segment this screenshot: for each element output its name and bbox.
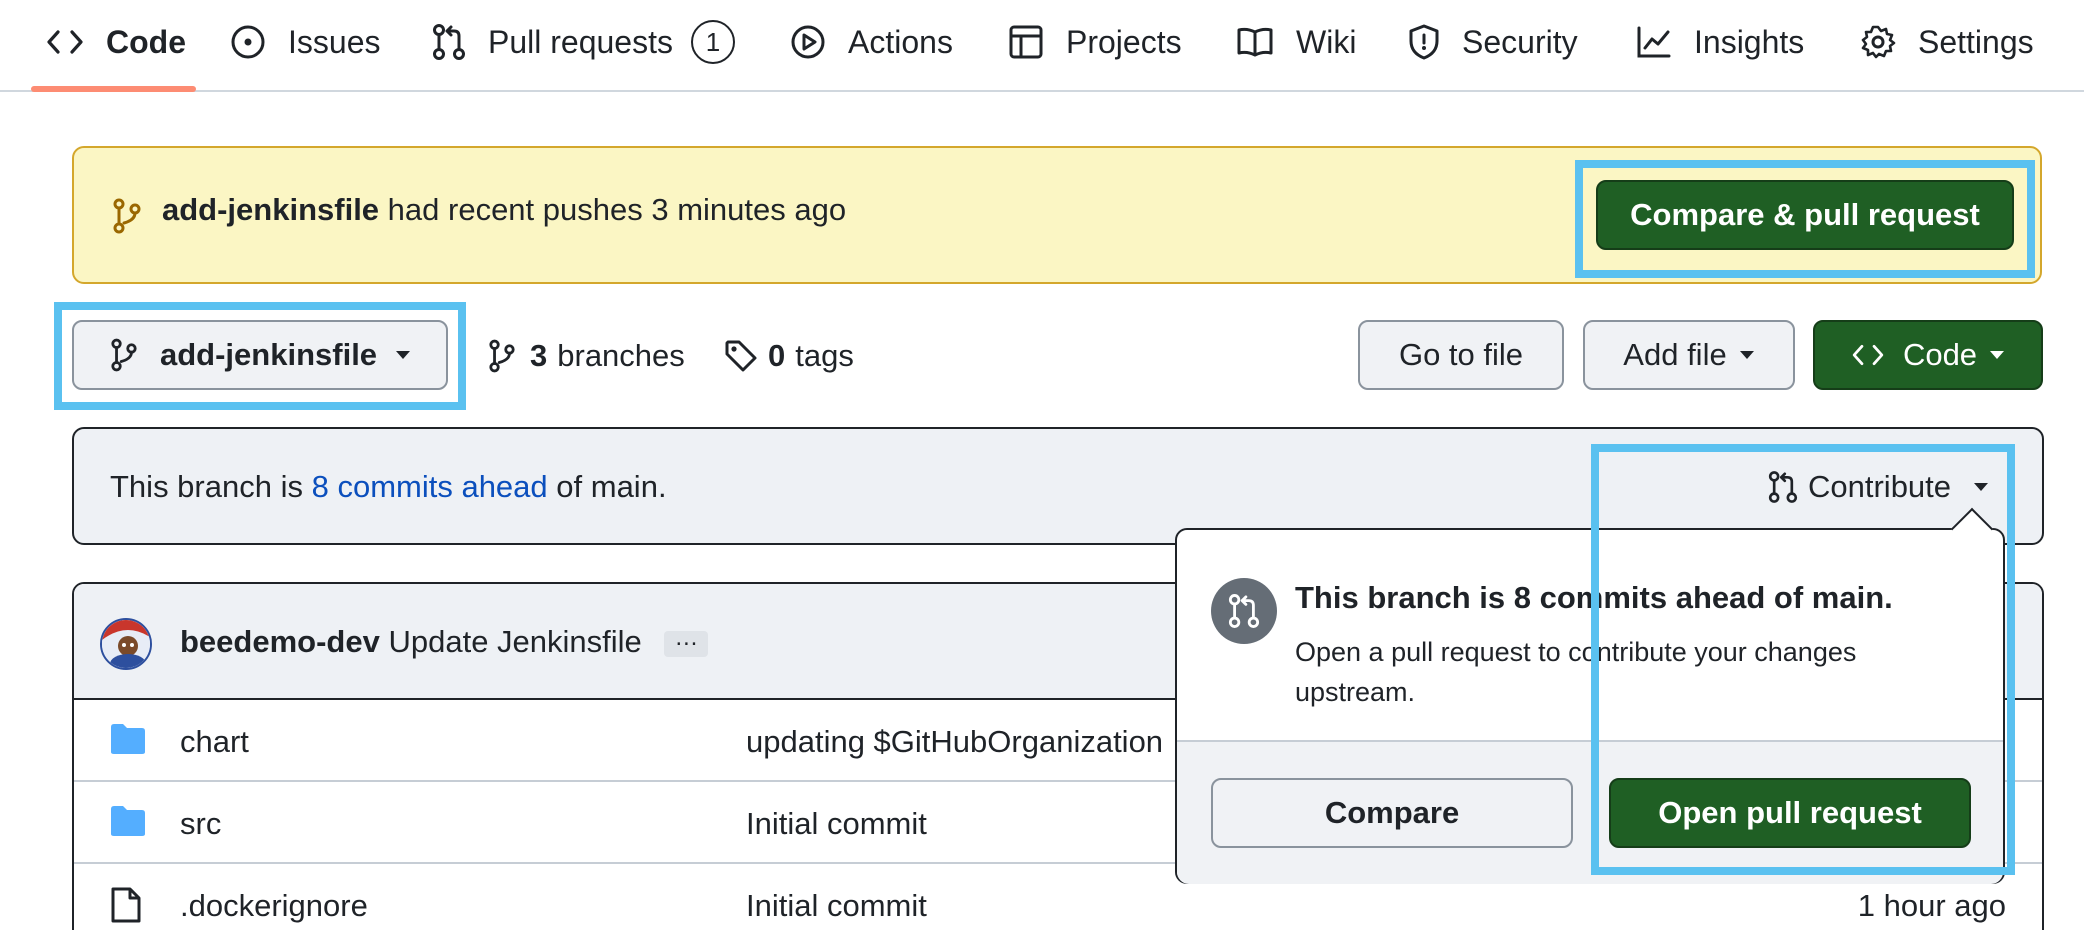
latest-commit: beedemo-dev Update Jenkinsfile …	[180, 624, 709, 660]
branch-icon	[112, 198, 142, 234]
tab-code-label: Code	[106, 23, 186, 60]
tags-count: 0	[768, 338, 786, 373]
tab-security[interactable]: Security	[1408, 18, 1578, 66]
file-name[interactable]: chart	[180, 724, 249, 760]
highlight-branch-selector	[54, 302, 466, 410]
issue-icon	[230, 24, 266, 60]
recent-push-text: add-jenkinsfile had recent pushes 3 minu…	[162, 192, 846, 228]
shield-icon	[1408, 23, 1440, 61]
book-icon	[1236, 25, 1274, 59]
branch-icon	[488, 339, 516, 373]
tab-code[interactable]: Code	[46, 18, 186, 66]
file-name[interactable]: src	[180, 806, 221, 842]
file-commit-message[interactable]: Initial commit	[746, 888, 927, 924]
tab-insights-label: Insights	[1694, 23, 1805, 60]
go-to-file-button[interactable]: Go to file	[1358, 320, 1564, 390]
file-name[interactable]: .dockerignore	[180, 888, 368, 924]
tab-wiki-label: Wiki	[1296, 23, 1357, 60]
tab-projects-label: Projects	[1066, 23, 1182, 60]
gear-icon	[1860, 24, 1896, 60]
branch-status-prefix: This branch is	[110, 469, 303, 504]
active-tab-indicator	[31, 86, 196, 92]
pull-requests-counter: 1	[690, 20, 735, 64]
recent-push-message: had recent pushes 3 minutes ago	[387, 192, 847, 227]
tags-link[interactable]: 0 tags	[724, 336, 854, 376]
recent-push-branch[interactable]: add-jenkinsfile	[162, 192, 379, 227]
branch-status-suffix: of main.	[556, 469, 667, 504]
branches-link[interactable]: 3 branches	[488, 336, 685, 376]
tab-insights[interactable]: Insights	[1636, 18, 1804, 66]
folder-icon	[110, 722, 146, 756]
tab-issues-label: Issues	[288, 23, 381, 60]
commit-details-toggle[interactable]: …	[664, 625, 709, 657]
branches-count: 3	[530, 338, 548, 373]
file-icon	[110, 886, 142, 924]
folder-icon	[110, 804, 146, 838]
play-icon	[790, 24, 826, 60]
repo-nav: Code Issues Pull requests 1 Actions Proj…	[0, 0, 2084, 92]
tab-issues[interactable]: Issues	[230, 18, 380, 66]
file-commit-time: 1 hour ago	[1857, 888, 2006, 923]
code-icon	[1851, 342, 1885, 368]
code-button-label: Code	[1902, 337, 1978, 372]
commit-author[interactable]: beedemo-dev	[180, 624, 380, 659]
pull-request-icon	[432, 23, 466, 61]
table-icon	[1008, 24, 1044, 60]
tags-label: tags	[795, 338, 854, 373]
add-file-label: Add file	[1623, 337, 1727, 372]
branches-label: branches	[557, 338, 685, 373]
tab-projects[interactable]: Projects	[1008, 18, 1182, 66]
file-commit-message[interactable]: Initial commit	[746, 806, 927, 842]
code-dropdown-button[interactable]: Code	[1813, 320, 2043, 390]
compare-button[interactable]: Compare	[1211, 778, 1573, 848]
branch-status-text: This branch is 8 commits ahead of main.	[110, 469, 667, 505]
tab-pull-requests-label: Pull requests	[488, 23, 673, 60]
avatar[interactable]	[100, 618, 152, 670]
commits-ahead-link[interactable]: 8 commits ahead	[312, 469, 548, 504]
tab-settings-label: Settings	[1918, 23, 2034, 60]
chevron-down-icon	[1989, 350, 2005, 360]
code-icon	[46, 27, 84, 57]
highlight-compare-button	[1575, 160, 2035, 278]
tab-actions-label: Actions	[848, 23, 953, 60]
tab-settings[interactable]: Settings	[1860, 18, 2034, 66]
tab-pull-requests[interactable]: Pull requests 1	[432, 18, 735, 66]
add-file-button[interactable]: Add file	[1583, 320, 1795, 390]
tag-icon	[724, 339, 758, 373]
graph-icon	[1636, 25, 1672, 59]
commit-message[interactable]: Update Jenkinsfile	[388, 624, 641, 659]
tab-actions[interactable]: Actions	[790, 18, 953, 66]
tab-wiki[interactable]: Wiki	[1236, 18, 1356, 66]
tab-security-label: Security	[1462, 23, 1578, 60]
file-commit-message[interactable]: updating $GitHubOrganization	[746, 724, 1163, 760]
chevron-down-icon	[1739, 350, 1755, 360]
pull-request-icon	[1211, 578, 1277, 644]
highlight-contribute	[1591, 444, 2015, 875]
